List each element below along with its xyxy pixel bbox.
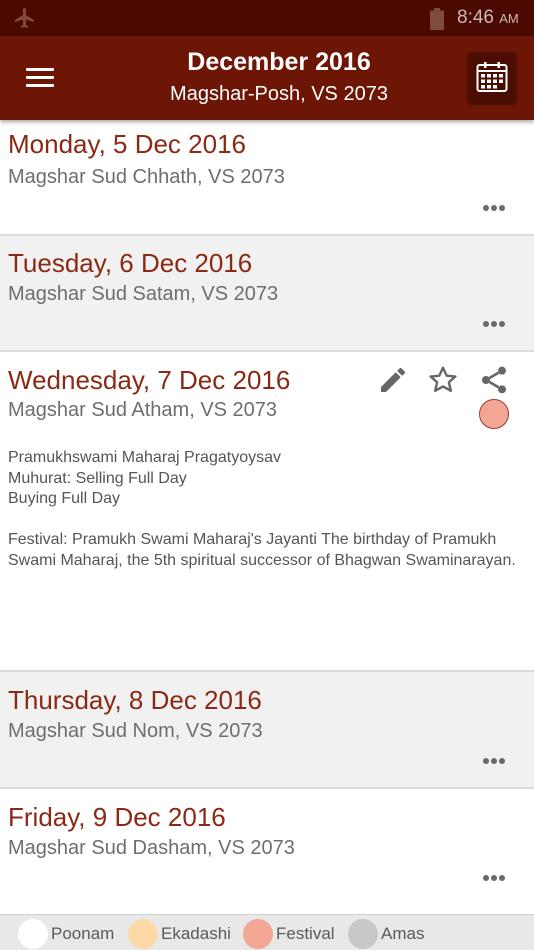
- more-options-button[interactable]: [481, 873, 507, 883]
- clock: 8:46 AM: [457, 7, 519, 28]
- day-card[interactable]: Friday, 9 Dec 2016 Magshar Sud Dasham, V…: [0, 789, 534, 929]
- day-list: Monday, 5 Dec 2016 Magshar Sud Chhath, V…: [0, 120, 534, 929]
- day-lunar-date: Magshar Sud Dasham, VS 2073: [8, 837, 295, 859]
- edit-pencil-icon[interactable]: [377, 364, 409, 396]
- muhurat-selling: Muhurat: Selling Full Day: [8, 469, 187, 487]
- day-lunar-date: Magshar Sud Satam, VS 2073: [8, 283, 279, 305]
- legend-label: Poonam: [51, 924, 115, 943]
- legend-swatch: [18, 919, 48, 949]
- status-bar: 8:46 AM: [0, 0, 534, 36]
- legend-label: Amas: [381, 924, 425, 943]
- page-subtitle: Magshar-Posh, VS 2073: [170, 83, 388, 105]
- legend-swatch: [348, 919, 378, 949]
- festival-marker: [479, 399, 509, 429]
- calendar-icon: [476, 62, 508, 92]
- day-lunar-date: Magshar Sud Chhath, VS 2073: [8, 166, 285, 188]
- day-date: Tuesday, 6 Dec 2016: [8, 248, 253, 278]
- day-card[interactable]: Thursday, 8 Dec 2016 Magshar Sud Nom, VS…: [0, 672, 534, 789]
- share-icon[interactable]: [478, 364, 510, 396]
- more-options-button[interactable]: [481, 756, 507, 766]
- day-date: Friday, 9 Dec 2016: [8, 802, 226, 832]
- day-lunar-date: Magshar Sud Nom, VS 2073: [8, 720, 263, 742]
- event-title: Pramukhswami Maharaj Pragatyoysav: [8, 449, 281, 466]
- day-lunar-date: Magshar Sud Atham, VS 2073: [8, 399, 278, 421]
- muhurat-buying: Buying Full Day: [8, 490, 121, 507]
- legend-swatch: [243, 919, 273, 949]
- color-legend: Poonam Ekadashi Festival Amas: [0, 914, 534, 950]
- day-date: Thursday, 8 Dec 2016: [8, 685, 262, 715]
- battery-icon: [430, 8, 444, 30]
- page-title: December 2016: [187, 48, 371, 76]
- festival-description: Festival: Pramukh Swami Maharaj's Jayant…: [8, 531, 516, 569]
- legend-swatch: [128, 919, 158, 949]
- legend-label: Festival: [276, 924, 335, 943]
- app-bar: December 2016 Magshar-Posh, VS 2073: [0, 36, 534, 120]
- day-date: Wednesday, 7 Dec 2016: [8, 365, 291, 395]
- more-options-button[interactable]: [481, 319, 507, 329]
- legend-label: Ekadashi: [161, 924, 231, 943]
- day-date: Monday, 5 Dec 2016: [8, 129, 246, 159]
- calendar-button[interactable]: [468, 52, 516, 102]
- event-details: Pramukhswami Maharaj Pragatyoysav Muhura…: [8, 448, 528, 571]
- day-card-expanded[interactable]: Wednesday, 7 Dec 2016 Magshar Sud Atham,…: [0, 352, 534, 672]
- airplane-mode-icon: [15, 8, 34, 28]
- star-outline-icon[interactable]: [427, 364, 459, 396]
- day-card[interactable]: Monday, 5 Dec 2016 Magshar Sud Chhath, V…: [0, 120, 534, 236]
- more-options-button[interactable]: [481, 203, 507, 213]
- day-card[interactable]: Tuesday, 6 Dec 2016 Magshar Sud Satam, V…: [0, 236, 534, 352]
